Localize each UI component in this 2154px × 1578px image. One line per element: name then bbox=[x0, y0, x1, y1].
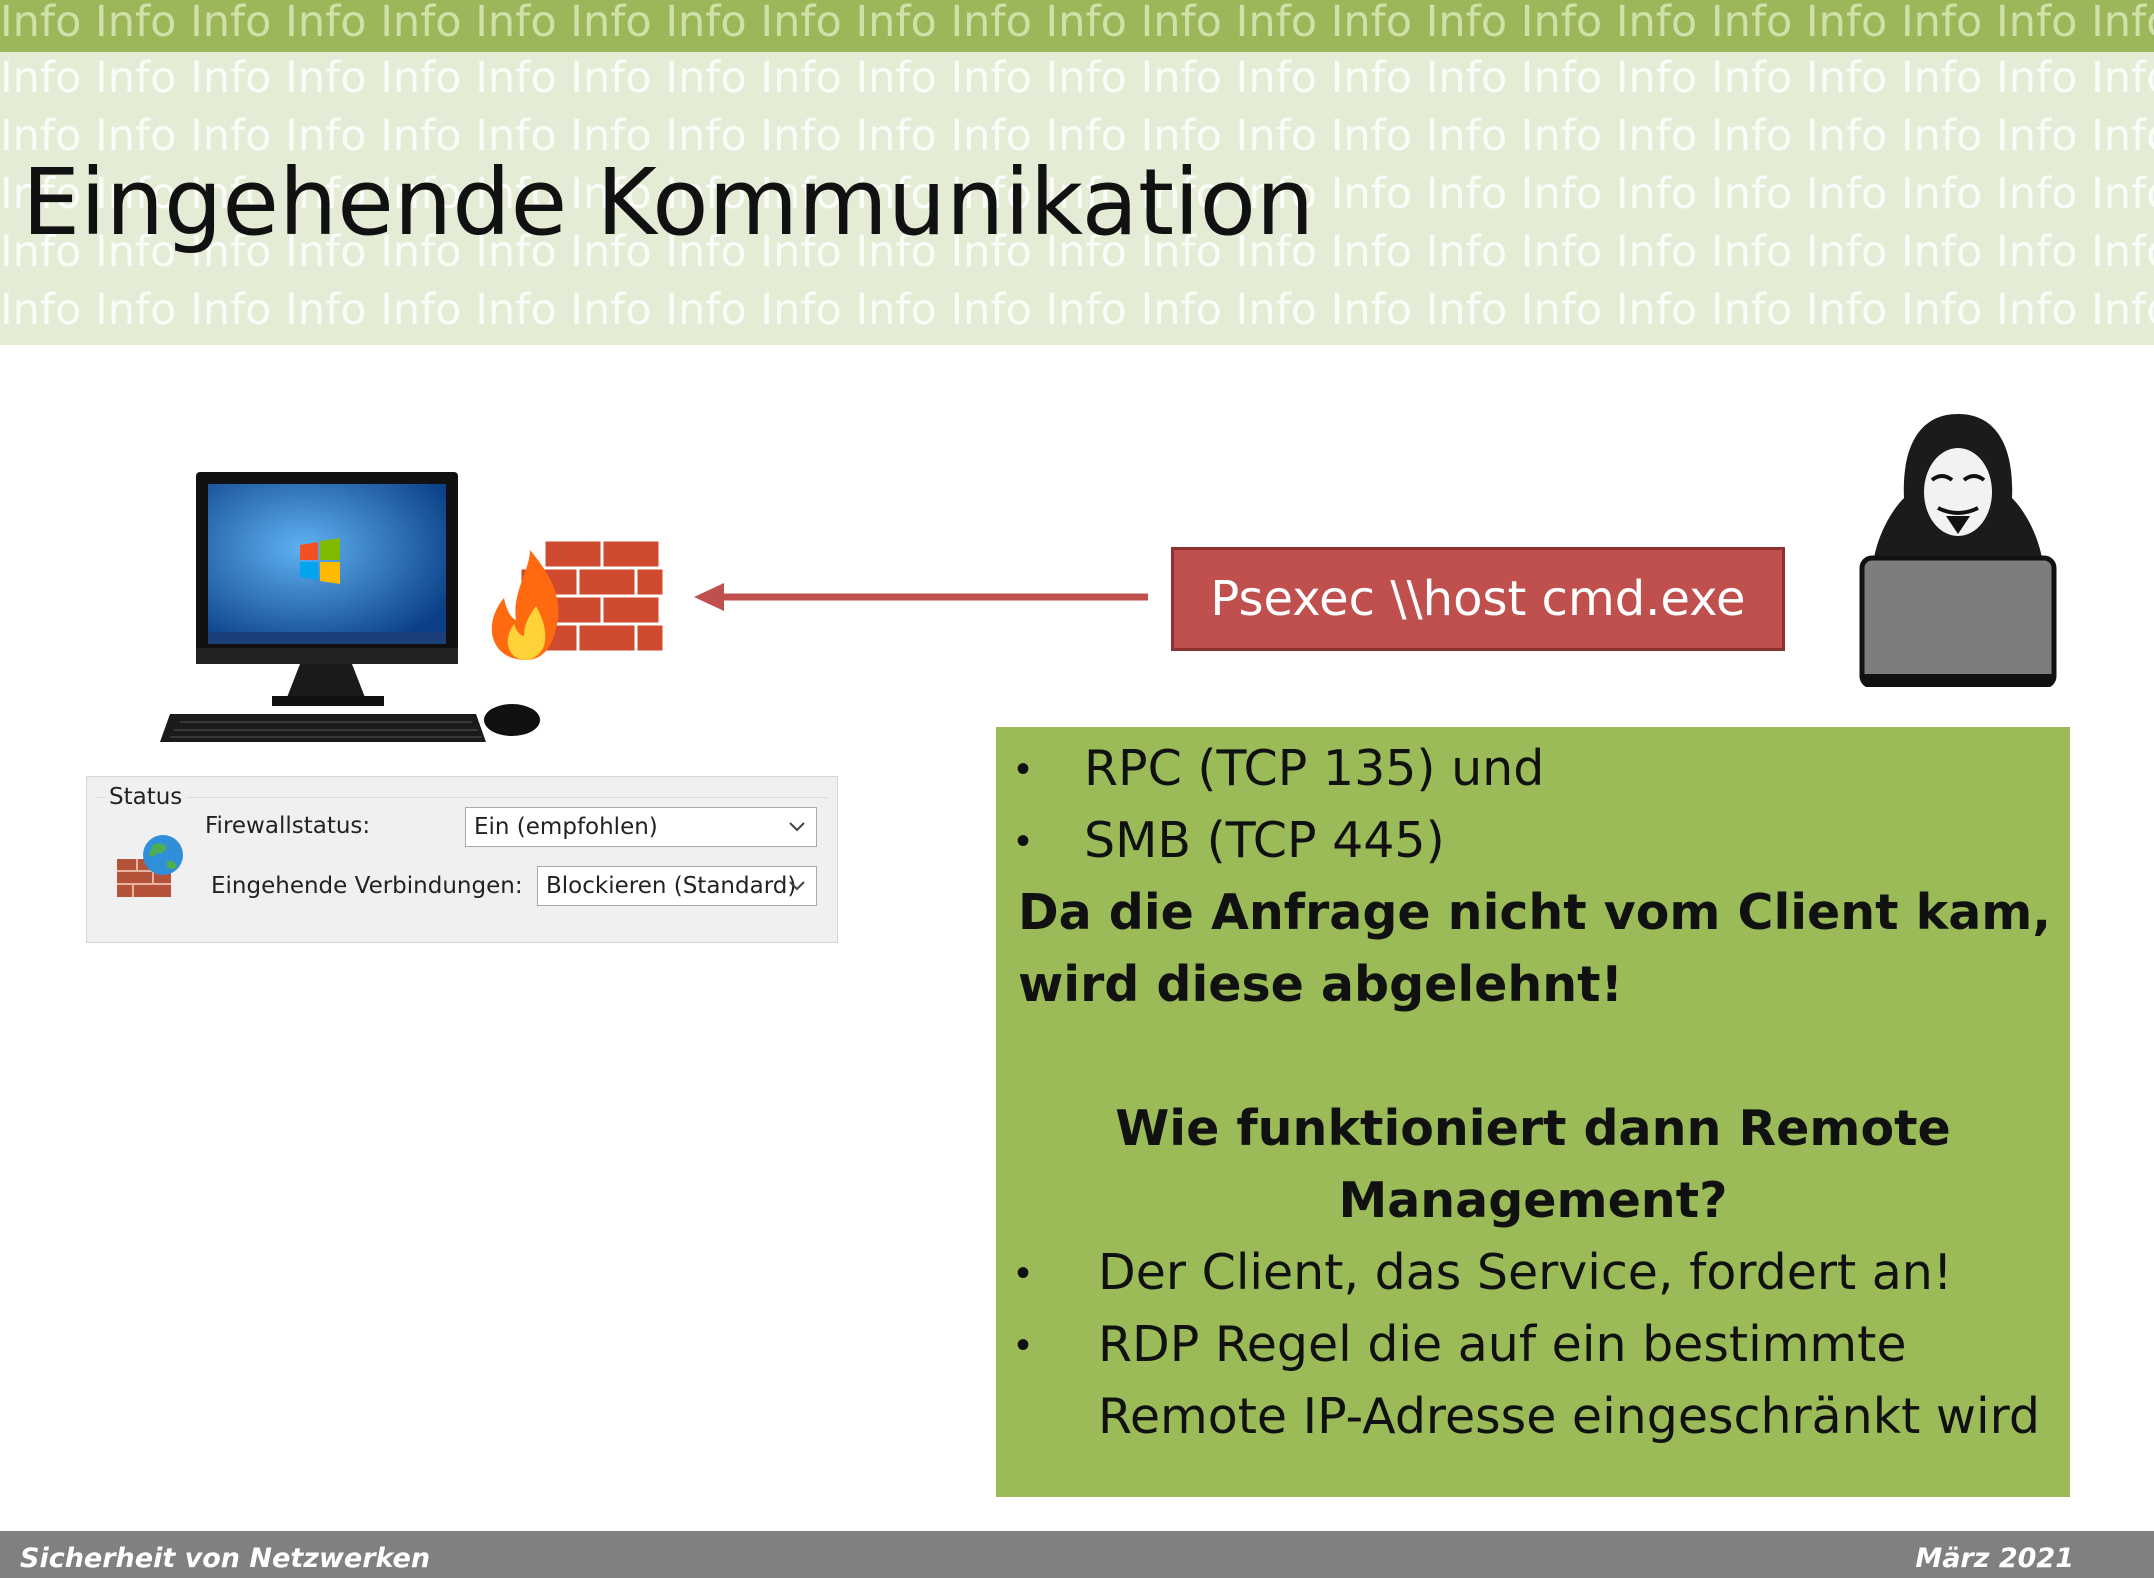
firewall-status-value: Ein (empfohlen) bbox=[474, 814, 658, 840]
bullet-marker: • bbox=[1016, 1323, 1031, 1367]
chevron-down-icon bbox=[789, 822, 805, 832]
arrow-left-icon bbox=[694, 583, 1148, 611]
incoming-connections-select[interactable]: Blockieren (Standard) bbox=[537, 866, 817, 906]
slide-header: Info Info Info Info Info Info Info Info … bbox=[0, 0, 2154, 345]
command-label: Psexec \\host cmd.exe bbox=[1171, 547, 1785, 651]
slide-footer: Sicherheit von Netzwerken März 2021 bbox=[0, 1531, 2154, 1578]
firewall-globe-icon bbox=[117, 835, 183, 897]
bullet-rpc: RPC (TCP 135) und bbox=[1084, 740, 1545, 797]
question-line-2: Management? bbox=[1338, 1172, 1728, 1229]
chevron-down-icon bbox=[789, 881, 805, 891]
watermark-row: Info Info Info Info Info Info Info Info … bbox=[0, 0, 2154, 47]
incoming-connections-value: Blockieren (Standard) bbox=[546, 873, 797, 899]
statement-line-1: Da die Anfrage nicht vom Client kam, bbox=[1018, 884, 2051, 941]
firewall-status-select[interactable]: Ein (empfohlen) bbox=[465, 807, 817, 847]
watermark-row: Info Info Info Info Info Info Info Info … bbox=[0, 285, 2154, 335]
hacker-laptop-icon bbox=[1859, 414, 2057, 687]
incoming-connections-label: Eingehende Verbindungen: bbox=[211, 873, 523, 899]
bullet-client: Der Client, das Service, fordert an! bbox=[1098, 1244, 1953, 1301]
bullet-marker: • bbox=[1016, 819, 1031, 863]
question-line-1: Wie funktioniert dann Remote bbox=[1115, 1100, 1951, 1157]
watermark-row: Info Info Info Info Info Info Info Info … bbox=[0, 53, 2154, 103]
info-box: • RPC (TCP 135) und • SMB (TCP 445) Da d… bbox=[996, 727, 2070, 1497]
footer-course-title: Sicherheit von Netzwerken bbox=[20, 1543, 431, 1574]
firewall-icon bbox=[491, 538, 666, 660]
slide-title: Eingehende Kommunikation bbox=[22, 149, 1315, 256]
statement-line-2: wird diese abgelehnt! bbox=[1018, 956, 1623, 1013]
bullet-smb: SMB (TCP 445) bbox=[1084, 812, 1445, 869]
firewall-status-panel: Status Firewallstatus: Ein (empfohlen) E… bbox=[86, 776, 838, 943]
status-group-label: Status bbox=[105, 784, 187, 810]
bullet-rdp-line-1: RDP Regel die auf ein bestimmte bbox=[1098, 1316, 1907, 1373]
bullet-rdp-line-2: Remote IP-Adresse eingeschränkt wird bbox=[1098, 1388, 2040, 1445]
bullet-marker: • bbox=[1016, 1251, 1031, 1295]
bullet-marker: • bbox=[1016, 747, 1031, 791]
firewall-status-label: Firewallstatus: bbox=[205, 813, 371, 839]
footer-date: März 2021 bbox=[1915, 1543, 2074, 1574]
